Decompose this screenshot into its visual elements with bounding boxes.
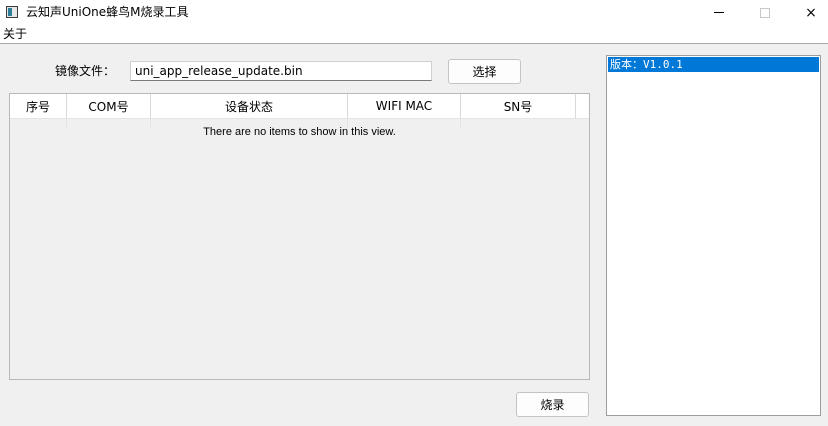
version-list[interactable]: 版本：V1.0.1 — [606, 55, 821, 416]
column-header-wifi-mac[interactable]: WIFI MAC — [348, 94, 461, 118]
column-header-device-status[interactable]: 设备状态 — [151, 94, 348, 118]
image-file-label: 镜像文件： — [55, 64, 116, 78]
version-list-item[interactable]: 版本：V1.0.1 — [608, 57, 819, 72]
column-header-sn[interactable]: SN号 — [461, 94, 576, 118]
minimize-icon — [714, 12, 724, 13]
maximize-button[interactable] — [742, 0, 788, 25]
image-file-input[interactable] — [130, 61, 432, 81]
device-table[interactable]: 序号 COM号 设备状态 WIFI MAC SN号 There are no i… — [9, 93, 590, 380]
close-button[interactable]: × — [788, 0, 828, 25]
close-icon: × — [805, 4, 817, 21]
menu-about[interactable]: 关于 — [2, 26, 28, 42]
empty-table-message: There are no items to show in this view. — [203, 126, 396, 138]
minimize-button[interactable] — [696, 0, 742, 25]
column-header-com[interactable]: COM号 — [67, 94, 151, 118]
table-header: 序号 COM号 设备状态 WIFI MAC SN号 — [10, 94, 589, 119]
column-header-index[interactable]: 序号 — [10, 94, 67, 118]
select-button[interactable]: 选择 — [448, 59, 521, 84]
window-title: 云知声UniOne蜂鸟M烧录工具 — [26, 5, 189, 19]
app-icon — [6, 6, 18, 18]
menu-bar: 关于 — [0, 25, 828, 44]
title-bar: 云知声UniOne蜂鸟M烧录工具 × — [0, 0, 828, 25]
burn-button[interactable]: 烧录 — [516, 392, 589, 417]
maximize-icon — [760, 7, 770, 18]
table-body: There are no items to show in this view. — [10, 119, 589, 379]
